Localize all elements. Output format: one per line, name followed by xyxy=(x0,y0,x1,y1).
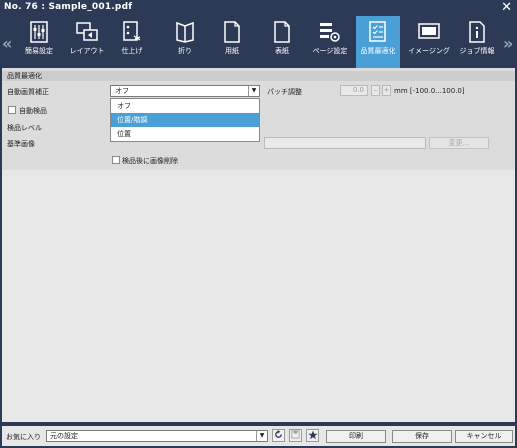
save-button[interactable]: 保存 xyxy=(392,430,452,443)
reference-image-label: 基準画像 xyxy=(7,140,35,148)
reference-image-field[interactable] xyxy=(264,137,426,149)
refresh-icon[interactable] xyxy=(272,429,285,442)
quality-panel: 品質最適化 自動画質補正 オフ ▼ パッチ調整 0.0 – + mm [-100… xyxy=(2,68,515,170)
auto-correction-dropdown: オフ 位置/階調 位置 xyxy=(110,98,260,142)
favorites-value: 元の設定 xyxy=(50,432,78,440)
fold-icon xyxy=(176,21,194,43)
tab-label: 簡易設定 xyxy=(25,47,53,55)
tab-layout[interactable]: レイアウト xyxy=(65,16,109,68)
print-settings-window: No. 76 : Sample_001.pdf ✕ « 簡易設定 レイアウト 仕… xyxy=(0,0,517,448)
change-button[interactable]: 変更... xyxy=(429,137,489,149)
star-icon[interactable] xyxy=(306,429,319,442)
favorites-label: お気に入り xyxy=(6,433,41,441)
tab-label: 用紙 xyxy=(225,47,239,55)
tab-label: 折り xyxy=(178,47,192,55)
auto-inspect-label: 自動検品 xyxy=(19,107,47,115)
layout-icon xyxy=(76,22,98,41)
close-icon[interactable]: ✕ xyxy=(501,0,512,16)
cover-icon xyxy=(274,21,290,43)
tab-fold[interactable]: 折り xyxy=(163,16,207,68)
cancel-button[interactable]: キャンセル xyxy=(455,430,513,443)
chevron-down-icon: ▼ xyxy=(256,431,267,441)
tab-label: ページ設定 xyxy=(312,47,348,55)
delete-after-inspect-label: 検品後に画像削除 xyxy=(122,157,178,165)
auto-correction-label: 自動画質補正 xyxy=(7,88,49,96)
scroll-left-icon[interactable]: « xyxy=(2,34,12,53)
patch-increment-button[interactable]: + xyxy=(382,85,391,96)
patch-label: パッチ調整 xyxy=(267,88,302,96)
window-title: No. 76 : Sample_001.pdf xyxy=(4,2,133,12)
job-info-icon xyxy=(469,21,485,43)
auto-inspect-checkbox[interactable] xyxy=(8,106,16,114)
tab-label: イメージング xyxy=(408,47,450,55)
tab-label: 仕上げ xyxy=(121,47,143,55)
tab-cover[interactable]: 表紙 xyxy=(260,16,304,68)
tab-toolbar: « 簡易設定 レイアウト 仕上げ 折り 用紙 表紙 ページ設定 品質最適化 イメ… xyxy=(0,16,517,68)
tab-page-settings[interactable]: ページ設定 xyxy=(308,16,352,68)
auto-correction-select[interactable]: オフ ▼ xyxy=(110,85,260,97)
tab-paper[interactable]: 用紙 xyxy=(210,16,254,68)
settings-content: 品質最適化 自動画質補正 オフ ▼ パッチ調整 0.0 – + mm [-100… xyxy=(2,68,515,422)
dropdown-option-position[interactable]: 位置 xyxy=(111,127,259,141)
tab-quality-optimization[interactable]: 品質最適化 xyxy=(356,16,400,68)
patch-value-field[interactable]: 0.0 xyxy=(340,85,368,96)
section-title: 品質最適化 xyxy=(2,71,515,81)
footer-bar: お気に入り 元の設定 ▼ 印刷 保存 キャンセル xyxy=(2,426,515,446)
dropdown-option-position-tone[interactable]: 位置/階調 xyxy=(111,113,259,127)
tab-label: 表紙 xyxy=(275,47,289,55)
finishing-icon xyxy=(123,21,141,41)
save-favorite-icon[interactable] xyxy=(289,429,302,442)
favorites-select[interactable]: 元の設定 ▼ xyxy=(46,430,268,442)
chevron-down-icon: ▼ xyxy=(248,86,259,96)
tab-simple-settings[interactable]: 簡易設定 xyxy=(17,16,61,68)
imaging-icon xyxy=(418,23,440,39)
tab-label: 品質最適化 xyxy=(360,47,396,55)
tab-job-info[interactable]: ジョブ情報 xyxy=(455,16,499,68)
scroll-right-icon[interactable]: » xyxy=(503,34,513,53)
print-button[interactable]: 印刷 xyxy=(326,430,386,443)
inspect-level-label: 検品レベル xyxy=(7,124,42,132)
tab-label: ジョブ情報 xyxy=(459,47,495,55)
title-bar: No. 76 : Sample_001.pdf ✕ xyxy=(0,0,517,16)
tab-imaging[interactable]: イメージング xyxy=(407,16,451,68)
quality-icon xyxy=(369,21,386,42)
paper-icon xyxy=(224,21,240,43)
sliders-icon xyxy=(30,21,48,43)
dropdown-option-off[interactable]: オフ xyxy=(111,99,259,113)
tab-finishing[interactable]: 仕上げ xyxy=(110,16,154,68)
delete-after-inspect-checkbox[interactable] xyxy=(112,156,120,164)
patch-unit: mm [-100.0...100.0] xyxy=(394,87,465,95)
patch-decrement-button[interactable]: – xyxy=(371,85,380,96)
page-settings-icon xyxy=(320,23,340,42)
tab-label: レイアウト xyxy=(69,47,105,55)
auto-correction-value: オフ xyxy=(115,87,129,95)
